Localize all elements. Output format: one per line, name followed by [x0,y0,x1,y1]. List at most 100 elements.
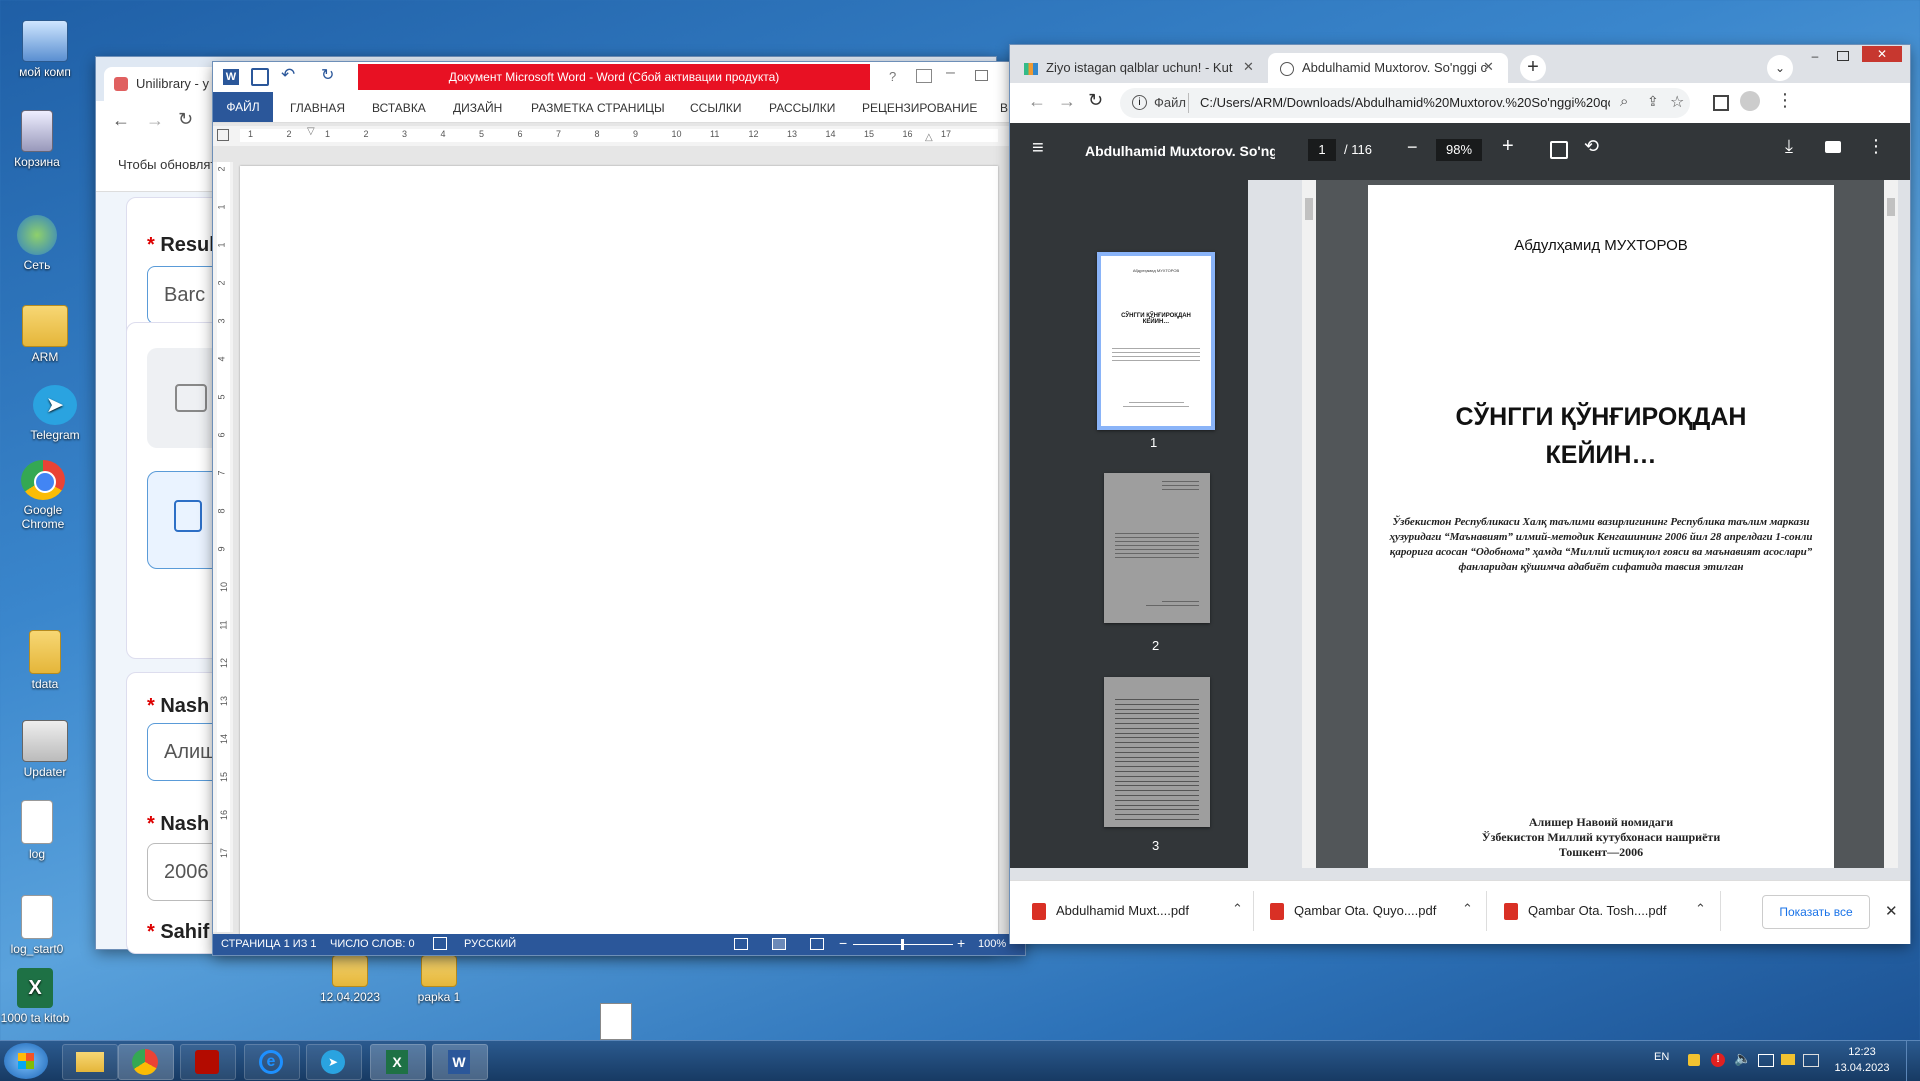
read-mode-icon[interactable] [734,938,748,950]
zoom-magnifier-icon[interactable]: ⌕ [1620,93,1628,110]
thumbnail-page-1[interactable]: Абдулҳамид МУХТОРОВ СЎНГГИ ҚЎНҒИРОҚДАН К… [1097,252,1215,430]
chevron-up-icon[interactable]: ⌃ [1695,901,1706,917]
maximize-icon[interactable] [1837,51,1849,61]
word-window[interactable]: W ↶ ↻ Документ Microsoft Word - Word (Сб… [213,62,1025,955]
back-arrow-icon[interactable]: ← [112,110,130,131]
close-download-bar-icon[interactable]: ✕ [1885,902,1898,920]
zoom-slider-thumb[interactable] [901,939,904,950]
more-menu-icon[interactable]: ⋮ [1776,90,1794,111]
thumbnail-sidebar[interactable]: Абдулҳамид МУХТОРОВ СЎНГГИ ҚЎНҒИРОҚДАН К… [1010,180,1248,868]
desktop-icon-arm[interactable]: ARM [10,305,80,364]
thumbnail-page-3[interactable] [1104,677,1210,827]
bookmark-star-icon[interactable]: ☆ [1670,92,1684,112]
show-all-downloads-button[interactable]: Показать все [1762,895,1870,929]
tab-close-icon[interactable]: ✕ [1483,59,1494,75]
close-icon[interactable]: ✕ [1862,46,1902,62]
horizontal-ruler[interactable]: 1 2 1 2 3 4 5 6 7 8 9 10 11 12 13 14 15 16 17 ▽ △ [213,126,1025,146]
new-tab-button[interactable]: + [1520,55,1546,81]
tab-file[interactable]: ФАЙЛ [213,92,273,122]
print-icon[interactable] [1825,141,1841,153]
desktop-icon-log-start0[interactable]: log_start0 [2,895,72,956]
tab-design[interactable]: ДИЗАЙН [453,101,502,115]
back-arrow-icon[interactable]: ← [1028,91,1046,112]
help-button[interactable]: ? [889,69,896,84]
ribbon-display-icon[interactable] [916,69,932,83]
hamburger-menu-icon[interactable]: ≡ [1032,137,1044,160]
address-bar[interactable]: i Файл C:/Users/ARM/Downloads/Abdulhamid… [1120,88,1690,118]
zoom-slider[interactable] [853,939,953,950]
share-icon[interactable]: ⇪ [1647,93,1659,110]
zoom-level[interactable]: 100% [978,938,1006,950]
desktop-icon-recycle-bin[interactable]: Корзина [2,110,72,169]
download-item-1[interactable]: Abdulhamid Muxt....pdf [1032,881,1227,941]
download-item-2[interactable]: Qambar Ota. Quyo....pdf [1270,881,1455,941]
taskbar-explorer[interactable] [62,1044,118,1080]
zoom-in-icon[interactable]: + [1502,135,1514,158]
file-icon[interactable] [600,1003,632,1040]
clock-time[interactable]: 12:23 [1832,1046,1892,1058]
forward-arrow-icon[interactable]: → [1058,91,1076,112]
taskbar-word[interactable]: W [432,1044,488,1080]
maximize-icon[interactable] [975,70,988,81]
pdf-viewport[interactable]: Абдулҳамид МУХТОРОВ СЎНГГИ ҚЎНҒИРОҚДАН К… [1316,180,1898,868]
status-language[interactable]: РУССКИЙ [464,938,516,950]
download-item-3[interactable]: Qambar Ota. Tosh....pdf [1504,881,1689,941]
fit-to-page-icon[interactable] [1550,141,1568,159]
forward-arrow-icon[interactable]: → [146,110,164,131]
document-page[interactable] [240,166,998,936]
proofing-icon[interactable] [433,937,447,950]
tab-insert[interactable]: ВСТАВКА [372,101,426,115]
minimize-icon[interactable]: – [1803,49,1827,63]
status-page[interactable]: СТРАНИЦА 1 ИЗ 1 [221,938,317,950]
scrollbar-thumb[interactable] [1305,198,1313,220]
main-scrollbar[interactable] [1884,180,1898,868]
rotate-icon[interactable]: ⟲ [1584,136,1599,157]
undo-icon[interactable]: ↶ [281,65,295,85]
start-button[interactable] [4,1043,48,1079]
tab-selector-icon[interactable] [217,129,229,141]
tab-home[interactable]: ГЛАВНАЯ [290,101,345,115]
tab-references[interactable]: ССЫЛКИ [690,101,741,115]
page-number-input[interactable]: 1 [1308,139,1336,161]
indent-marker-icon[interactable]: ▽ [307,126,315,137]
show-desktop-button[interactable] [1906,1041,1920,1081]
desktop-icon-google-chrome[interactable]: Google Chrome [8,460,78,531]
download-icon[interactable]: ⤓ [1785,136,1793,157]
desktop-icon-my-computer[interactable]: мой комп [10,20,80,79]
zoom-input[interactable]: 98% [1436,139,1482,161]
tab-review[interactable]: РЕЦЕНЗИРОВАНИЕ [862,101,977,115]
chrome-window[interactable]: – ✕ Ziyo istagan qalblar uchun! - Kut ✕ … [1010,45,1910,944]
tab-ziyo[interactable]: Ziyo istagan qalblar uchun! - Kut [1024,53,1254,83]
redo-icon[interactable]: ↻ [321,65,334,85]
info-icon[interactable]: i [1132,95,1147,110]
network-tray-icon[interactable] [1758,1054,1774,1067]
save-icon[interactable] [251,68,269,86]
zoom-in-icon[interactable]: + [957,935,965,951]
chevron-up-icon[interactable]: ⌃ [1462,901,1473,917]
tab-mailings[interactable]: РАССЫЛКИ [769,101,835,115]
right-indent-icon[interactable]: △ [925,132,933,143]
clock-date[interactable]: 13.04.2023 [1832,1062,1892,1074]
taskbar-telegram[interactable]: ➤ [306,1044,362,1080]
tray-icon[interactable] [1781,1054,1795,1065]
thumbnail-page-2[interactable] [1104,473,1210,623]
tab-pdf-active[interactable]: Abdulhamid Muxtorov. So'nggi c [1268,53,1508,83]
sidebar-scrollbar[interactable] [1302,180,1316,868]
avatar[interactable] [1740,91,1760,111]
warning-tray-icon[interactable]: ! [1711,1053,1725,1067]
address-url[interactable]: C:/Users/ARM/Downloads/Abdulhamid%20Muxt… [1200,95,1610,110]
print-layout-icon[interactable] [772,938,786,950]
minimize-icon[interactable]: – [946,64,955,82]
scrollbar-thumb[interactable] [1887,198,1895,216]
taskbar-ie[interactable]: e [244,1044,300,1080]
status-word-count[interactable]: ЧИСЛО СЛОВ: 0 [330,938,415,950]
language-indicator[interactable]: EN [1654,1051,1669,1063]
desktop-icon-telegram[interactable]: ➤ Telegram [20,385,90,442]
zoom-out-icon[interactable]: − [839,935,847,951]
web-layout-icon[interactable] [810,938,824,950]
taskbar-excel[interactable]: X [370,1044,426,1080]
desktop-icon-updater[interactable]: Updater [10,720,80,779]
volume-icon[interactable]: 🔈 [1734,1050,1751,1067]
tab-layout[interactable]: РАЗМЕТКА СТРАНИЦЫ [531,101,665,115]
reload-icon[interactable]: ↻ [1088,90,1103,111]
